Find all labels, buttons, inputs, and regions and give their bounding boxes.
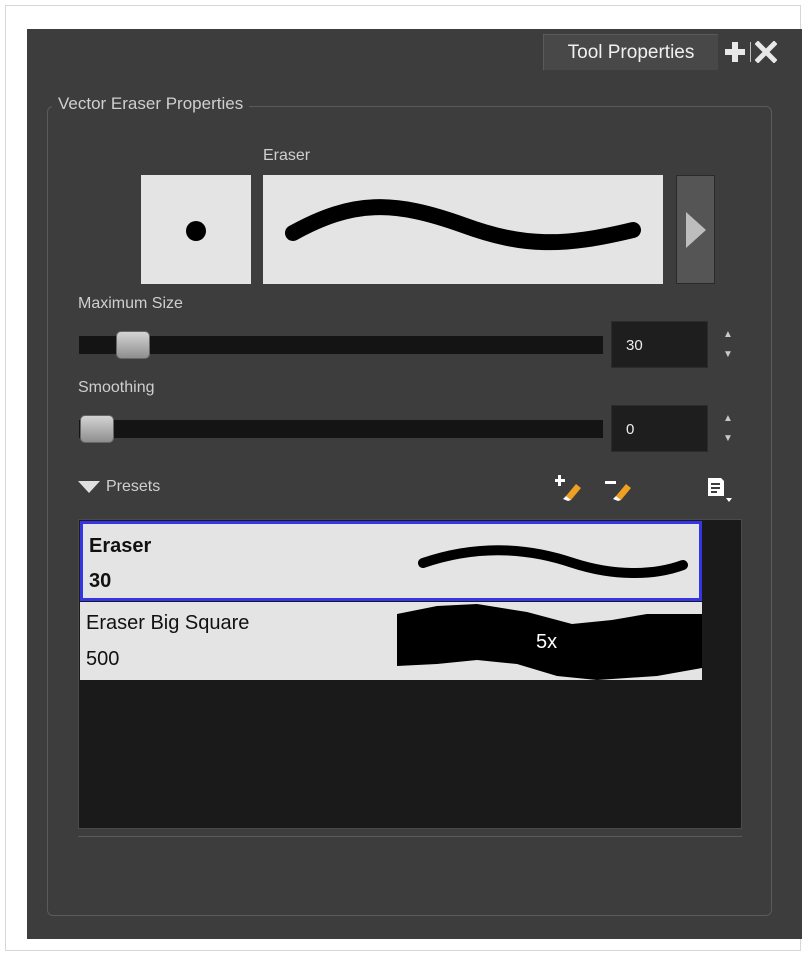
stroke-preview bbox=[263, 175, 663, 284]
preset-row-eraser[interactable]: Eraser 30 bbox=[80, 521, 702, 601]
magnification-label: 5x bbox=[536, 631, 558, 653]
close-icon[interactable] bbox=[755, 41, 777, 63]
max-size-slider[interactable] bbox=[79, 336, 603, 354]
triangle-down-icon bbox=[78, 481, 100, 493]
smoothing-label: Smoothing bbox=[78, 379, 155, 396]
smoothing-slider-thumb[interactable] bbox=[80, 415, 114, 443]
preset-name: Eraser bbox=[89, 535, 152, 557]
preset-row-eraser-big-square[interactable]: Eraser Big Square 500 5x bbox=[80, 602, 702, 680]
tab-tool-properties[interactable]: Tool Properties bbox=[543, 34, 718, 70]
preset-size: 500 bbox=[86, 648, 120, 670]
new-preset-icon[interactable] bbox=[555, 474, 583, 502]
preset-menu-icon[interactable] bbox=[706, 476, 734, 504]
presets-list: Eraser 30 Eraser Big Square 500 5x bbox=[78, 519, 742, 829]
tab-icon-group bbox=[724, 38, 777, 66]
presets-toggle[interactable]: Presets bbox=[78, 478, 160, 496]
play-arrow-icon bbox=[686, 212, 706, 248]
max-size-slider-thumb[interactable] bbox=[116, 331, 150, 359]
tip-dot bbox=[186, 221, 206, 241]
smoothing-spinner[interactable]: ▲ ▼ bbox=[720, 409, 736, 449]
stroke-preview-curve bbox=[285, 199, 641, 251]
delete-preset-icon[interactable] bbox=[605, 474, 633, 502]
max-size-spinner[interactable]: ▲ ▼ bbox=[720, 325, 736, 365]
tip-size-preview bbox=[141, 175, 251, 284]
preview-expand-button[interactable] bbox=[676, 175, 715, 284]
preset-name: Eraser Big Square bbox=[86, 612, 250, 634]
group-title: Vector Eraser Properties bbox=[52, 94, 250, 114]
tab-icon-separator bbox=[750, 42, 751, 62]
max-size-label: Maximum Size bbox=[78, 295, 183, 312]
preset-size: 30 bbox=[89, 570, 112, 592]
preset-stroke-preview bbox=[418, 545, 688, 578]
smoothing-slider[interactable] bbox=[79, 420, 603, 438]
bottom-divider bbox=[78, 836, 742, 837]
smoothing-field[interactable]: 0 bbox=[611, 405, 708, 452]
presets-label: Presets bbox=[106, 478, 161, 495]
eraser-label: Eraser bbox=[263, 147, 311, 164]
plus-icon[interactable] bbox=[724, 41, 746, 63]
max-size-field[interactable]: 30 bbox=[611, 321, 708, 368]
